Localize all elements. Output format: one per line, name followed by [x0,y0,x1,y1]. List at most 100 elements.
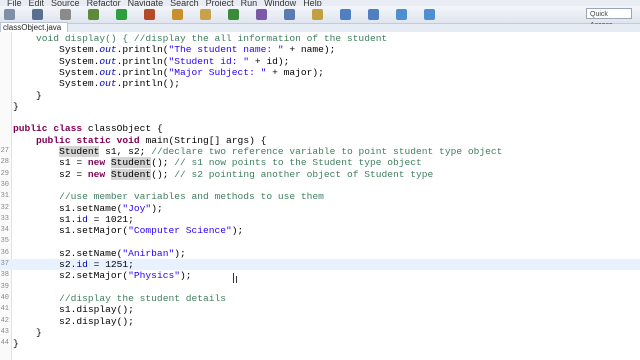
code-token: static [76,134,111,146]
code-token: new [87,168,106,180]
code-text: System.out.println("Student id: " + id); [13,56,289,67]
code-text: //display the student details [13,293,226,304]
line-number: 37 [0,260,9,268]
run-icon[interactable] [116,9,127,20]
new-package-icon[interactable] [200,9,211,20]
code-editor[interactable]: I void display() { //display the all inf… [0,32,640,360]
code-line[interactable]: 33 s1.id = 1021; [0,214,640,225]
code-token: "Joy" [122,202,152,214]
code-token: public [13,123,48,135]
code-line[interactable]: 30 [0,180,640,191]
code-line[interactable]: System.out.println("Major Subject: " + m… [0,67,640,78]
code-line[interactable]: public static void main(String[] args) { [0,135,640,146]
code-text: } [13,90,42,101]
code-token: ); [231,225,244,237]
annotation-icon[interactable] [312,9,323,20]
code-line[interactable]: System.out.println("Student id: " + id); [0,56,640,67]
search-icon[interactable] [284,9,295,20]
code-token: "Major Subject: " [168,66,267,78]
code-line[interactable]: 35 [0,236,640,247]
code-line[interactable]: void display() { //display the all infor… [0,33,640,44]
code-text: s2.display(); [13,316,134,327]
code-line[interactable]: 27 Student s1, s2; //declare two referen… [0,146,640,157]
code-token: Student [110,168,152,180]
code-token: } [13,338,19,350]
code-text: public class classObject { [13,123,163,134]
code-line[interactable]: 32 s1.setName("Joy"); [0,203,640,214]
code-text: s2.setName("Anirban"); [13,248,186,259]
prev-annotation-icon[interactable] [368,9,379,20]
code-token: "The student name: " [168,44,284,56]
code-line[interactable]: System.out.println("The student name: " … [0,44,640,55]
line-number: 28 [0,158,9,167]
line-number: 29 [0,169,9,178]
code-token: out [99,66,117,78]
code-text: //use member variables and methods to us… [13,191,324,202]
code-line[interactable]: 28 s1 = new Student(); // s1 now points … [0,157,640,169]
code-line[interactable]: System.out.println(); [0,78,640,89]
external-tools-icon[interactable] [144,9,155,20]
code-text: s2.setMajor("Physics"); [13,270,191,282]
line-number: 31 [0,192,9,201]
toolbar: Quick Access [0,6,640,29]
next-annotation-icon[interactable] [340,9,351,20]
code-line[interactable]: 29 s2 = new Student(); // s2 pointing an… [0,168,640,180]
line-number: 44 [0,339,9,348]
code-line[interactable]: 40 //display the student details [0,293,640,304]
code-line[interactable]: 37 s2.id = 1251; [0,259,640,270]
line-number: 41 [0,305,9,314]
code-token: s2.display(); [13,315,134,327]
open-type-icon[interactable] [256,9,267,20]
code-token: new [87,157,106,169]
code-text: } [13,338,19,349]
code-line[interactable]: public class classObject { [0,123,640,134]
code-token: .println(); [116,78,180,90]
code-text: } [13,327,42,338]
save-icon[interactable] [32,9,43,20]
code-token: System. [13,78,100,90]
code-line[interactable]: 43 } [0,327,640,338]
line-number: 42 [0,316,9,325]
quick-access-input[interactable]: Quick Access [586,8,632,29]
new-class-icon[interactable] [228,9,239,20]
code-line[interactable]: 36 s2.setName("Anirban"); [0,248,640,259]
code-token: "Physics" [128,270,180,282]
code-token: "Student id: " [168,55,250,67]
line-number: 33 [0,214,9,223]
code-token: s1. [13,213,77,225]
back-icon[interactable] [396,9,407,20]
code-line[interactable]: 42 s2.display(); [0,316,640,327]
code-token: + name); [283,44,336,56]
code-line[interactable]: 31 //use member variables and methods to… [0,191,640,202]
code-line[interactable]: 38 s2.setMajor("Physics"); [0,270,640,281]
code-line[interactable] [0,112,640,123]
code-line[interactable]: } [0,101,640,112]
line-number: 34 [0,226,9,235]
code-line[interactable]: 44} [0,338,640,349]
code-line[interactable]: 39 [0,282,640,293]
code-text: System.out.println("Major Subject: " + m… [13,67,324,78]
new-java-project-icon[interactable] [172,9,183,20]
code-text: s1.display(); [13,304,134,315]
forward-icon[interactable] [424,9,435,20]
line-number: 36 [0,248,9,257]
line-number: 43 [0,327,9,336]
code-line[interactable]: } [0,90,640,101]
code-token: s2. [13,259,77,270]
editor-tab-bar: classObject.java [0,22,640,33]
code-text: s2 = new Student(); // s2 pointing anoth… [13,168,433,180]
code-line[interactable]: 41 s1.display(); [0,304,640,315]
print-icon[interactable] [60,9,71,20]
code-token: ); [174,247,186,259]
code-token: s2.setMajor( [13,270,129,282]
line-number: 27 [0,147,9,155]
code-token: void display() { //display the all infor… [13,33,388,44]
code-token: "Anirban" [122,247,175,259]
debug-icon[interactable] [88,9,99,20]
new-icon[interactable] [4,9,15,20]
code-line[interactable]: 34 s1.setMajor("Computer Science"); [0,225,640,236]
line-number: 30 [0,180,9,189]
